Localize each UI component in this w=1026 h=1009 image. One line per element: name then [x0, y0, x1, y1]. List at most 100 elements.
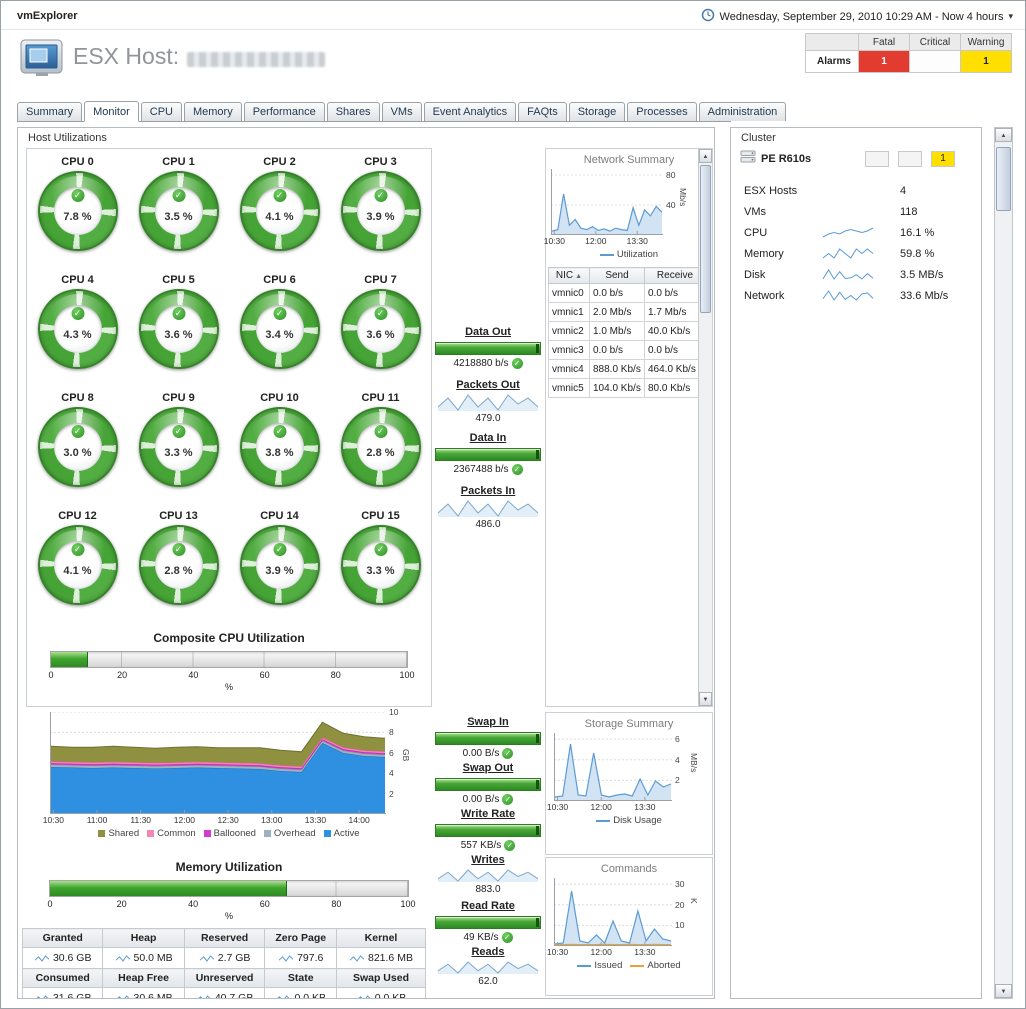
network-summary-scrollbar[interactable]: ▲▼ — [698, 149, 712, 706]
cluster-row-network: Network33.6 Mb/s — [731, 285, 981, 306]
cpu-cell: CPU 1✓3.5 % — [128, 152, 229, 270]
status-ok-icon: ✓ — [172, 425, 185, 438]
cpu-gauge[interactable]: ✓3.8 % — [240, 407, 320, 487]
scroll-down-button[interactable]: ▼ — [995, 984, 1012, 998]
nic-col-receive[interactable]: Receive — [645, 268, 706, 284]
alarm-badge[interactable] — [898, 151, 922, 167]
metric-value: 0.00 B/s✓ — [430, 794, 546, 805]
sparkline-icon — [196, 994, 212, 999]
tab-monitor[interactable]: Monitor — [84, 101, 139, 122]
cluster-row-sparkline — [822, 247, 884, 260]
cpu-value: 4.1 % — [256, 211, 304, 223]
legend-item: Aborted — [630, 960, 680, 971]
tab-processes[interactable]: Processes — [627, 102, 696, 121]
nic-col-send[interactable]: Send — [590, 268, 645, 284]
disk-metrics-column: Swap In0.00 B/s✓Swap Out0.00 B/s✓Write R… — [430, 716, 546, 992]
cpu-gauge[interactable]: ✓3.3 % — [139, 407, 219, 487]
nic-col-nic[interactable]: NIC▲ — [549, 268, 590, 284]
x-axis-labels: 10:3012:0013:30 — [551, 236, 663, 247]
metric-label[interactable]: Packets In — [430, 485, 546, 497]
metric-label[interactable]: Read Rate — [430, 900, 546, 912]
cpu-gauge[interactable]: ✓3.6 % — [139, 289, 219, 369]
nic-cell: 1.7 Mb/s — [645, 303, 706, 322]
scroll-up-button[interactable]: ▲ — [995, 128, 1012, 142]
critical-alarm-count[interactable] — [910, 51, 961, 73]
cpu-gauge[interactable]: ✓4.1 % — [38, 525, 118, 605]
legend-label: Shared — [108, 828, 139, 839]
cpu-gauge[interactable]: ✓2.8 % — [139, 525, 219, 605]
sparkline-icon — [115, 994, 131, 999]
cpu-cell: CPU 14✓3.9 % — [229, 506, 330, 624]
memory-table-value: 31.6 GB — [23, 988, 103, 1000]
status-ok-icon: ✓ — [71, 307, 84, 320]
metric-label[interactable]: Write Rate — [430, 808, 546, 820]
cpu-label: CPU 4 — [27, 274, 128, 286]
storage-summary-title: Storage Summary — [546, 713, 712, 733]
tab-faqts[interactable]: FAQts — [518, 102, 567, 121]
cpu-label: CPU 8 — [27, 392, 128, 404]
tab-event-analytics[interactable]: Event Analytics — [424, 102, 517, 121]
alarm-badge[interactable]: 1 — [931, 151, 955, 167]
cpu-gauge[interactable]: ✓3.9 % — [240, 525, 320, 605]
nic-cell: 888.0 Kb/s — [590, 360, 645, 379]
memory-table-value: 40.7 GB — [184, 988, 265, 1000]
metric-label[interactable]: Swap Out — [430, 762, 546, 774]
memory-table-header: Unreserved — [184, 969, 265, 988]
cluster-host-name[interactable]: PE R610s — [761, 153, 811, 165]
status-ok-icon: ✓ — [273, 189, 286, 202]
cpu-label: CPU 11 — [330, 392, 431, 404]
metric-label[interactable]: Data In — [430, 432, 546, 444]
alarm-badge[interactable] — [865, 151, 889, 167]
metric-label[interactable]: Reads — [430, 946, 546, 958]
tab-memory[interactable]: Memory — [184, 102, 242, 121]
tab-cpu[interactable]: CPU — [141, 102, 182, 121]
tab-summary[interactable]: Summary — [17, 102, 82, 121]
cpu-gauge[interactable]: ✓7.8 % — [38, 171, 118, 251]
scroll-thumb[interactable] — [996, 147, 1011, 211]
scroll-thumb[interactable] — [700, 165, 711, 313]
scroll-down-button[interactable]: ▼ — [699, 692, 712, 706]
nic-cell: 104.0 Kb/s — [590, 379, 645, 398]
cpu-gauge[interactable]: ✓2.8 % — [341, 407, 421, 487]
fatal-alarm-count[interactable]: 1 — [859, 51, 910, 73]
x-tick-label: 10:30 — [544, 236, 565, 246]
cpu-gauge[interactable]: ✓3.3 % — [341, 525, 421, 605]
y-tick-label: 4 — [389, 768, 394, 778]
tab-shares[interactable]: Shares — [327, 102, 380, 121]
cluster-row-label: Network — [744, 290, 822, 302]
time-range-selector[interactable]: Wednesday, September 29, 2010 10:29 AM -… — [701, 8, 1013, 25]
nic-table: NIC▲SendReceivevmnic00.0 b/s0.0 b/svmnic… — [548, 267, 706, 398]
tick-label: 80 — [331, 899, 341, 909]
memory-table-value: 30.6 GB — [23, 948, 103, 969]
metric-label[interactable]: Packets Out — [430, 379, 546, 391]
main-scrollbar[interactable]: ▲▼ — [994, 127, 1013, 999]
status-ok-icon: ✓ — [71, 189, 84, 202]
y-tick-label: 8 — [389, 727, 394, 737]
x-tick-label: 13:00 — [261, 815, 282, 825]
cpu-gauge[interactable]: ✓3.5 % — [139, 171, 219, 251]
tab-administration[interactable]: Administration — [699, 102, 787, 121]
cpu-gauge[interactable]: ✓3.4 % — [240, 289, 320, 369]
tick-label: 20 — [117, 670, 127, 680]
metric-value: 2367488 b/s✓ — [430, 464, 546, 475]
y-tick-label: 40 — [666, 200, 675, 210]
metric-data-in: Data In 2367488 b/s✓ — [430, 432, 546, 485]
tab-storage[interactable]: Storage — [569, 102, 626, 121]
cpu-gauge[interactable]: ✓3.0 % — [38, 407, 118, 487]
warning-alarm-count[interactable]: 1 — [961, 51, 1012, 73]
sparkline-icon — [349, 954, 365, 963]
tab-vms[interactable]: VMs — [382, 102, 422, 121]
x-axis-labels: 10:3012:0013:30 — [554, 947, 672, 958]
cpu-gauge[interactable]: ✓3.9 % — [341, 171, 421, 251]
scroll-up-button[interactable]: ▲ — [699, 149, 712, 163]
tab-performance[interactable]: Performance — [244, 102, 325, 121]
x-tick-label: 12:00 — [174, 815, 195, 825]
metric-label[interactable]: Writes — [430, 854, 546, 866]
cpu-gauge[interactable]: ✓3.6 % — [341, 289, 421, 369]
cpu-gauge[interactable]: ✓ 4.1 % — [240, 171, 320, 251]
metric-label[interactable]: Data Out — [430, 326, 546, 338]
memory-table-header: State — [265, 969, 336, 988]
nic-cell: vmnic4 — [549, 360, 590, 379]
metric-label[interactable]: Swap In — [430, 716, 546, 728]
cpu-gauge[interactable]: ✓4.3 % — [38, 289, 118, 369]
